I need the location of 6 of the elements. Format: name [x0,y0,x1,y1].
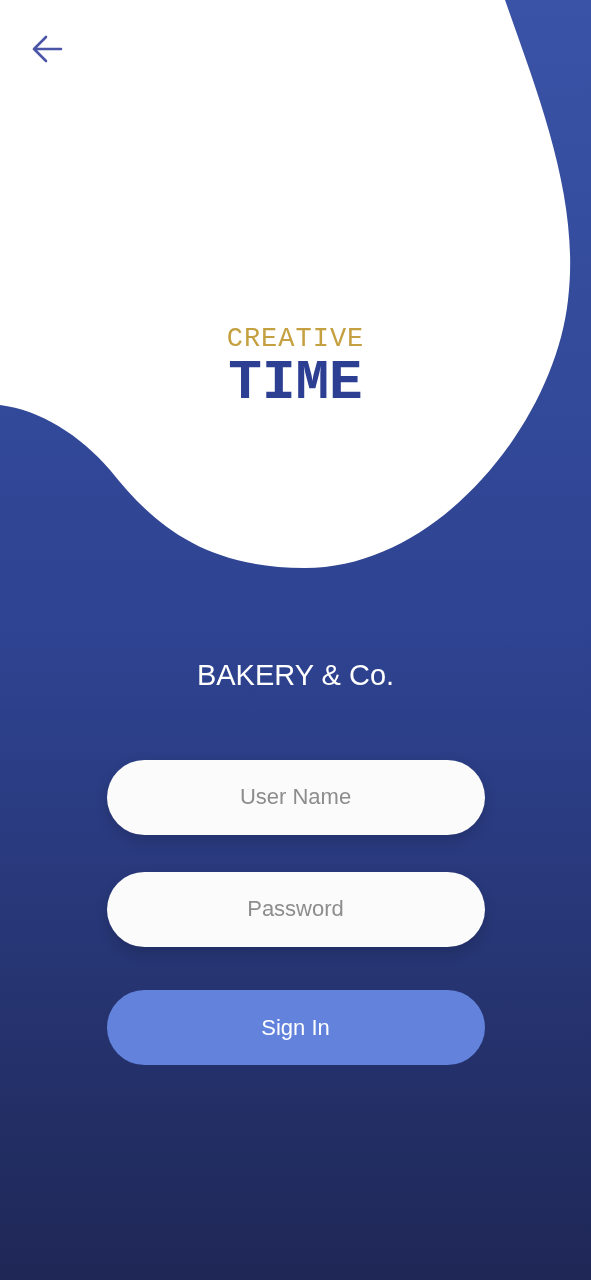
password-field[interactable]: Password [106,871,485,947]
logo-text: CREATIVE [226,326,365,353]
brand-name: BAKERY & Co. [196,658,395,693]
username-field[interactable]: User Name [106,759,485,835]
logo-text: TIME [228,355,363,411]
sign-in-button[interactable]: Sign In [106,989,485,1065]
